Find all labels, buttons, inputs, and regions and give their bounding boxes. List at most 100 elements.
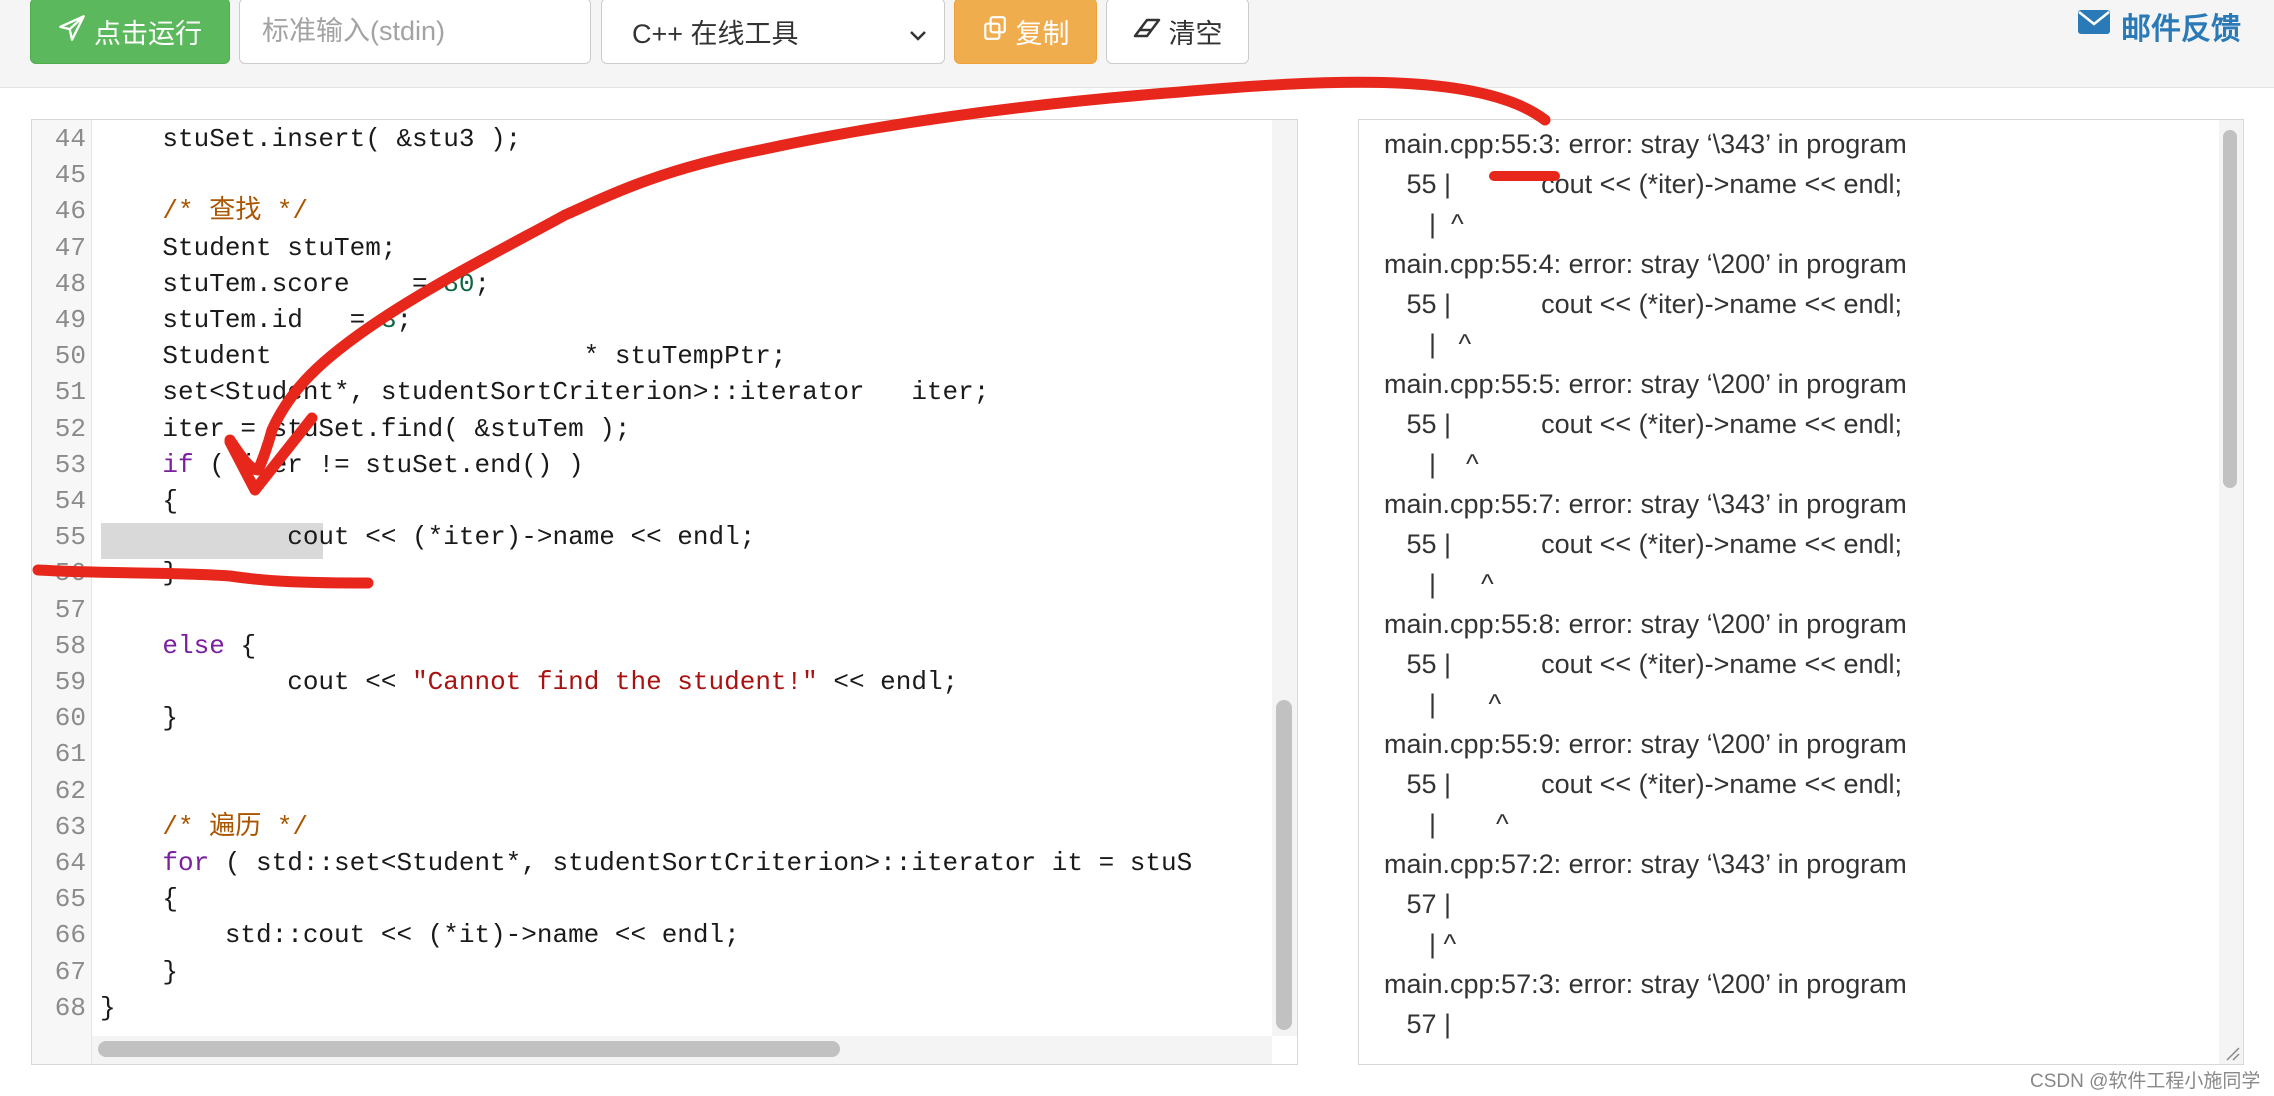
code-text: iter = stuSet.find( &stuTem ); bbox=[100, 413, 631, 444]
output-line: | ^ bbox=[1384, 689, 1502, 719]
line-number: 61 bbox=[54, 739, 86, 770]
code-line[interactable]: 48 stuTem.score = 80; bbox=[32, 266, 1272, 302]
code-line[interactable]: 62 bbox=[32, 773, 1272, 809]
code-text: Student stuTem; bbox=[100, 232, 397, 263]
stdin-input[interactable] bbox=[239, 0, 591, 64]
line-number: 44 bbox=[54, 124, 86, 154]
line-number: 51 bbox=[54, 377, 86, 408]
line-number: 49 bbox=[54, 305, 86, 335]
line-number: 46 bbox=[54, 196, 86, 227]
code-text: if ( iter != stuSet.end() ) bbox=[162, 449, 584, 480]
code-line[interactable]: 60 } bbox=[32, 700, 1272, 736]
output-line: main.cpp:55:5: error: stray ‘\200’ in pr… bbox=[1384, 369, 1907, 399]
run-button[interactable]: 点击运行 bbox=[30, 0, 230, 64]
line-number: 66 bbox=[54, 920, 86, 951]
code-text: std::cout << (*it)->name << endl; bbox=[100, 920, 740, 951]
output-line: 55 | cout << (*iter)->name << endl; bbox=[1384, 169, 1903, 199]
output-line: main.cpp:57:3: error: stray ‘\200’ in pr… bbox=[1384, 969, 1907, 999]
output-line: main.cpp:55:4: error: stray ‘\200’ in pr… bbox=[1384, 249, 1907, 279]
output-line: | ^ bbox=[1384, 929, 1457, 959]
code-line[interactable]: 51 set<Student*, studentSortCriterion>::… bbox=[32, 374, 1272, 410]
code-line[interactable]: 46 /* 查找 */ bbox=[32, 193, 1272, 229]
code-line[interactable]: 59 cout << "Cannot find the student!" <<… bbox=[32, 664, 1272, 700]
code-line[interactable]: 44 stuSet.insert( &stu3 ); bbox=[32, 121, 1272, 157]
line-number: 60 bbox=[54, 703, 86, 734]
copy-button-label: 复制 bbox=[1015, 18, 1070, 49]
copy-button[interactable]: 复制 bbox=[954, 0, 1097, 64]
output-scroll-thumb[interactable] bbox=[2223, 130, 2237, 488]
output-line: | ^ bbox=[1384, 329, 1472, 359]
watermark: CSDN @软件工程小施同学 bbox=[2030, 1071, 2261, 1092]
output-line: 57 | bbox=[1384, 1009, 1452, 1039]
code-line[interactable]: 63 /* 遍历 */ bbox=[32, 809, 1272, 845]
output-line: | ^ bbox=[1384, 209, 1464, 239]
code-text: } bbox=[100, 956, 179, 987]
line-number: 53 bbox=[54, 449, 86, 480]
code-line[interactable]: 68} bbox=[32, 990, 1272, 1026]
code-line[interactable]: 58 else { bbox=[32, 628, 1272, 664]
output-line: 57 | bbox=[1384, 889, 1452, 919]
editor-horizontal-scroll-thumb[interactable] bbox=[98, 1041, 840, 1057]
language-select[interactable]: C++ 在线工具 bbox=[601, 0, 945, 64]
code-line[interactable]: 47 Student stuTem; bbox=[32, 230, 1272, 266]
code-text: /* 查找 */ bbox=[100, 196, 309, 227]
output-line: main.cpp:55:3: error: stray ‘\343’ in pr… bbox=[1384, 129, 1907, 159]
code-line[interactable]: 66 std::cout << (*it)->name << endl; bbox=[32, 917, 1272, 953]
output-line: main.cpp:55:8: error: stray ‘\200’ in pr… bbox=[1384, 609, 1907, 639]
code-line[interactable]: 45 bbox=[32, 157, 1272, 193]
code-text: cout << (*iter)->name << endl; bbox=[100, 522, 756, 553]
code-text: Student * stuTempPtr; bbox=[100, 341, 787, 372]
code-line[interactable]: 61 bbox=[32, 736, 1272, 772]
code-text: cout << "Cannot find the student!" << en… bbox=[100, 667, 959, 697]
code-line[interactable]: 50 Student * stuTempPtr; bbox=[32, 338, 1272, 374]
code-line[interactable]: 57 bbox=[32, 592, 1272, 628]
code-text: stuSet.insert( &stu3 ); bbox=[100, 124, 522, 154]
code-line[interactable]: 49 stuTem.id = 3; bbox=[32, 302, 1272, 338]
output-panel[interactable]: main.cpp:55:3: error: stray ‘\343’ in pr… bbox=[1358, 119, 2244, 1065]
output-line: | ^ bbox=[1384, 449, 1479, 479]
code-text: } bbox=[100, 992, 116, 1023]
line-number: 50 bbox=[54, 341, 86, 372]
resize-grip-icon[interactable] bbox=[2219, 1040, 2241, 1062]
output-line: main.cpp:55:9: error: stray ‘\200’ in pr… bbox=[1384, 729, 1907, 759]
output-line: 55 | cout << (*iter)->name << endl; bbox=[1384, 769, 1903, 799]
eraser-icon bbox=[1133, 15, 1161, 48]
code-line[interactable]: 55 cout << (*iter)->name << endl; bbox=[32, 519, 1272, 555]
feedback-label: 邮件反馈 bbox=[2121, 13, 2241, 46]
code-text: { bbox=[100, 884, 179, 915]
output-line: 55 | cout << (*iter)->name << endl; bbox=[1384, 649, 1903, 679]
code-editor[interactable]: 44 stuSet.insert( &stu3 ); 45 46 /* 查找 */4… bbox=[31, 119, 1298, 1065]
code-line[interactable]: 64 for ( std::set<Student*, studentSortC… bbox=[32, 845, 1272, 881]
code-line[interactable]: 67 } bbox=[32, 954, 1272, 990]
code-text: } bbox=[100, 558, 179, 589]
code-line[interactable]: 53 if ( iter != stuSet.end() ) bbox=[32, 447, 1272, 483]
output-line: 55 | cout << (*iter)->name << endl; bbox=[1384, 409, 1903, 439]
feedback-link[interactable]: 邮件反馈 bbox=[2077, 6, 2241, 46]
output-line: | ^ bbox=[1384, 809, 1509, 839]
copy-icon bbox=[982, 15, 1008, 48]
chevron-down-icon bbox=[908, 21, 928, 52]
line-number: 59 bbox=[54, 667, 86, 697]
code-text: for ( std::set<Student*, studentSortCrit… bbox=[162, 848, 1193, 878]
code-text: set<Student*, studentSortCriterion>::ite… bbox=[100, 377, 990, 408]
code-text: /* 遍历 */ bbox=[100, 811, 309, 842]
line-number: 65 bbox=[54, 884, 86, 915]
clear-button[interactable]: 清空 bbox=[1106, 0, 1249, 64]
code-line[interactable]: 52 iter = stuSet.find( &stuTem ); bbox=[32, 411, 1272, 447]
code-line[interactable]: 56 } bbox=[32, 555, 1272, 591]
line-number: 67 bbox=[54, 956, 86, 987]
toolbar: 点击运行 C++ 在线工具 复制 清空 邮件反馈 bbox=[0, 0, 2274, 88]
line-number: 64 bbox=[54, 848, 86, 878]
line-number: 52 bbox=[54, 413, 86, 444]
line-number: 55 bbox=[54, 522, 86, 553]
output-line: main.cpp:57:2: error: stray ‘\343’ in pr… bbox=[1384, 849, 1907, 879]
editor-vertical-scroll-thumb[interactable] bbox=[1276, 700, 1292, 1030]
line-number: 56 bbox=[54, 558, 86, 589]
line-number: 54 bbox=[54, 486, 86, 516]
line-number: 62 bbox=[54, 775, 86, 806]
code-line[interactable]: 65 { bbox=[32, 881, 1272, 917]
code-line[interactable]: 54 { bbox=[32, 483, 1272, 519]
line-number: 68 bbox=[54, 992, 86, 1023]
run-button-label: 点击运行 bbox=[94, 18, 202, 49]
code-text: else { bbox=[162, 630, 257, 661]
